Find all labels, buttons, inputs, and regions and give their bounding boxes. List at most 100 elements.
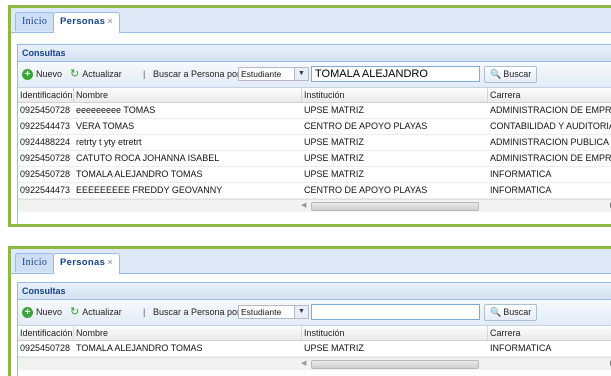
toolbar-separator: | xyxy=(143,69,146,79)
personas-window-1: Inicio Personas × Consultas + Nuevo ↻ Actua… xyxy=(8,5,611,227)
column-header-nombre[interactable]: Nombre xyxy=(74,326,302,340)
close-icon[interactable]: × xyxy=(107,16,113,27)
column-header-carrera[interactable]: Carrera xyxy=(488,88,611,102)
buscar-por-label: Buscar a Persona por: xyxy=(153,307,243,317)
refresh-icon: ↻ xyxy=(70,306,80,318)
cell-carrera: ADMINISTRACION PUBLICA xyxy=(490,137,610,147)
panel-title: Consultas xyxy=(18,45,611,62)
search-input[interactable] xyxy=(311,304,480,320)
table-row[interactable]: 0922544473 EEEEEEEEE FREDDY GEOVANNY CENTR… xyxy=(18,183,611,199)
grid-body: 0925450728 TOMALA ALEJANDRO TOMAS UPSE MAT… xyxy=(18,341,611,357)
table-row[interactable]: 0925450728 eeeeeeeee TOMAS UPSE MATRIZ ADMI… xyxy=(18,103,611,119)
select-value: Estudiante xyxy=(241,307,282,317)
cell-identificacion: 0925450728 xyxy=(20,169,71,179)
cell-institucion: CENTRO DE APOYO PLAYAS xyxy=(304,121,428,131)
cell-identificacion: 0925450728 xyxy=(20,153,71,163)
tab-personas[interactable]: Personas × xyxy=(53,253,121,274)
cell-nombre: eeeeeeeee TOMAS xyxy=(76,105,156,115)
results-grid: Identificación Nombre Institución Carrer… xyxy=(18,88,611,212)
grid-header: Identificación Nombre Institución Carrer… xyxy=(18,326,611,341)
chevron-down-icon[interactable]: ▼ xyxy=(294,68,308,80)
cell-identificacion: 0925450728 xyxy=(20,343,71,353)
nuevo-button[interactable]: + Nuevo xyxy=(22,62,62,87)
results-grid: Identificación Nombre Institución Carrer… xyxy=(18,326,611,370)
buscar-por-label: Buscar a Persona por: xyxy=(153,69,243,79)
scrollbar-thumb[interactable] xyxy=(311,202,479,211)
column-header-nombre[interactable]: Nombre xyxy=(74,88,302,102)
actualizar-button[interactable]: ↻ Actualizar xyxy=(70,300,122,325)
select-value: Estudiante xyxy=(241,69,282,79)
table-row[interactable]: 0925450728 TOMALA ALEJANDRO TOMAS UPSE MAT… xyxy=(18,341,611,357)
tab-personas-label: Personas xyxy=(60,257,106,268)
cell-carrera: ADMINISTRACION DE EMPRESAS xyxy=(490,105,611,115)
buscar-por-select[interactable]: Estudiante ▼ xyxy=(238,305,309,319)
cell-nombre: VERA TOMAS xyxy=(76,121,135,131)
actualizar-label: Actualizar xyxy=(82,69,122,79)
toolbar: + Nuevo ↻ Actualizar | Buscar a Persona po… xyxy=(18,62,611,88)
table-row[interactable]: 0922544473 VERA TOMAS CENTRO DE APOYO PLAY… xyxy=(18,119,611,135)
cell-nombre: TOMALA ALEJANDRO TOMAS xyxy=(76,169,203,179)
toolbar-separator: | xyxy=(143,307,146,317)
cell-carrera: ADMINISTRACION DE EMPRESAS xyxy=(490,153,611,163)
tab-personas[interactable]: Personas × xyxy=(53,12,121,33)
buscar-button[interactable]: 🔍 Buscar xyxy=(484,66,538,83)
column-header-institucion[interactable]: Institución xyxy=(302,88,488,102)
tab-inicio-label: Inicio xyxy=(22,16,48,27)
column-header-identificacion[interactable]: Identificación xyxy=(18,88,74,102)
search-input[interactable]: TOMALA ALEJANDRO xyxy=(311,66,480,82)
cell-institucion: UPSE MATRIZ xyxy=(304,153,364,163)
cell-nombre: TOMALA ALEJANDRO TOMAS xyxy=(76,343,203,353)
scrollbar-thumb[interactable] xyxy=(311,360,479,369)
consultas-panel: Consultas + Nuevo ↻ Actualizar | Buscar a … xyxy=(17,282,611,376)
cell-institucion: UPSE MATRIZ xyxy=(304,105,364,115)
chevron-down-icon[interactable]: ▼ xyxy=(294,306,308,318)
buscar-por-select[interactable]: Estudiante ▼ xyxy=(238,67,309,81)
scroll-left-icon[interactable]: ◀ xyxy=(301,200,306,212)
tab-inicio[interactable]: Inicio xyxy=(15,12,55,31)
cell-institucion: CENTRO DE APOYO PLAYAS xyxy=(304,185,428,195)
horizontal-scrollbar[interactable]: ◀ ▶ xyxy=(18,199,611,212)
cell-nombre: CATUTO ROCA JOHANNA ISABEL xyxy=(76,153,220,163)
tab-bar: Inicio Personas × xyxy=(11,249,611,274)
column-header-carrera[interactable]: Carrera xyxy=(488,326,611,340)
search-icon: 🔍 xyxy=(490,307,502,317)
nuevo-label: Nuevo xyxy=(36,69,63,79)
cell-carrera: CONTABILIDAD Y AUDITORIA xyxy=(490,121,611,131)
cell-carrera: INFORMATICA xyxy=(490,343,552,353)
tab-inicio[interactable]: Inicio xyxy=(15,253,55,272)
scroll-left-icon[interactable]: ◀ xyxy=(301,358,306,370)
cell-identificacion: 0922544473 xyxy=(20,185,71,195)
column-header-institucion[interactable]: Institución xyxy=(302,326,488,340)
buscar-label: Buscar xyxy=(503,69,532,79)
tab-bar: Inicio Personas × xyxy=(11,8,611,33)
close-icon[interactable]: × xyxy=(107,257,113,268)
plus-icon: + xyxy=(22,69,33,80)
grid-body: 0925450728 eeeeeeeee TOMAS UPSE MATRIZ ADMI… xyxy=(18,103,611,199)
consultas-panel: Consultas + Nuevo ↻ Actualizar | Buscar a … xyxy=(17,44,611,224)
table-row[interactable]: 0925450728 TOMALA ALEJANDRO TOMAS UPSE MAT… xyxy=(18,167,611,183)
cell-institucion: UPSE MATRIZ xyxy=(304,137,364,147)
plus-icon: + xyxy=(22,307,33,318)
panel-title: Consultas xyxy=(18,283,611,300)
search-icon: 🔍 xyxy=(490,69,502,79)
horizontal-scrollbar[interactable]: ◀ ▶ xyxy=(18,357,611,370)
column-header-identificacion[interactable]: Identificación xyxy=(18,326,74,340)
cell-institucion: UPSE MATRIZ xyxy=(304,169,364,179)
table-row[interactable]: 0925450728 CATUTO ROCA JOHANNA ISABEL UPSE… xyxy=(18,151,611,167)
cell-nombre: EEEEEEEEE FREDDY GEOVANNY xyxy=(76,185,223,195)
tab-personas-label: Personas xyxy=(60,16,106,27)
cell-institucion: UPSE MATRIZ xyxy=(304,343,364,353)
actualizar-label: Actualizar xyxy=(82,307,122,317)
cell-nombre: retrty t yty etretrt xyxy=(76,137,142,147)
cell-identificacion: 0925450728 xyxy=(20,105,71,115)
toolbar: + Nuevo ↻ Actualizar | Buscar a Persona po… xyxy=(18,300,611,326)
nuevo-button[interactable]: + Nuevo xyxy=(22,300,62,325)
personas-window-2: Inicio Personas × Consultas + Nuevo ↻ Actua… xyxy=(8,246,611,376)
cell-carrera: INFORMATICA xyxy=(490,169,552,179)
cell-identificacion: 0922544473 xyxy=(20,121,71,131)
actualizar-button[interactable]: ↻ Actualizar xyxy=(70,62,122,87)
table-row[interactable]: 0924488224 retrty t yty etretrt UPSE MATRI… xyxy=(18,135,611,151)
refresh-icon: ↻ xyxy=(70,68,80,80)
buscar-button[interactable]: 🔍 Buscar xyxy=(484,304,538,321)
cell-carrera: INFORMATICA xyxy=(490,185,552,195)
